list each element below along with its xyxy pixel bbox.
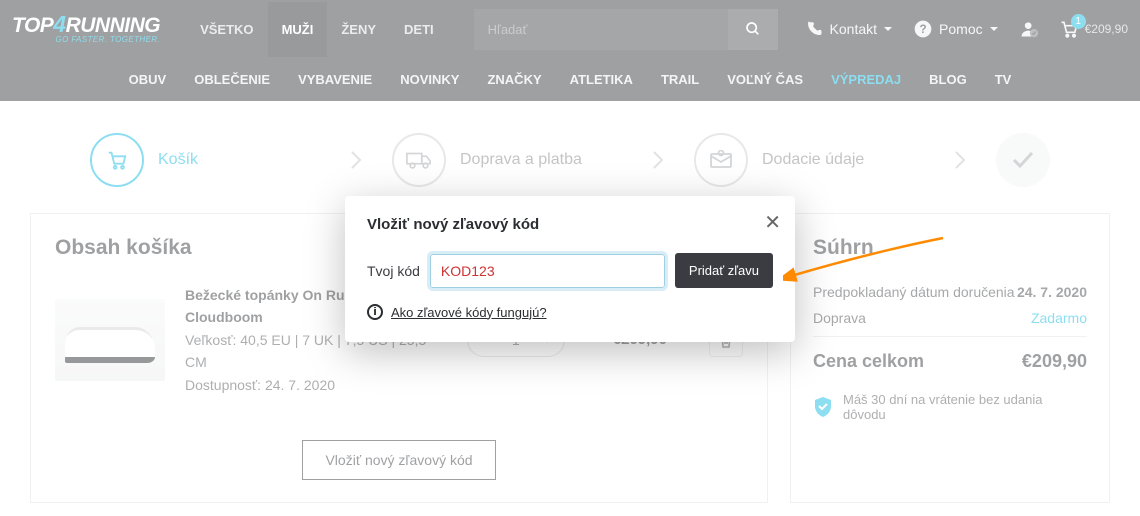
apply-voucher-button[interactable]: Pridať zľavu <box>675 253 773 288</box>
close-icon: ✕ <box>764 212 781 234</box>
info-icon: i <box>367 304 383 320</box>
code-label: Tvoj kód <box>367 263 420 279</box>
voucher-help-link[interactable]: Ako zľavové kódy fungujú? <box>391 305 547 320</box>
voucher-modal: ✕ Vložiť nový zľavový kód Tvoj kód Prida… <box>345 196 795 342</box>
close-button[interactable]: ✕ <box>764 210 781 235</box>
modal-title: Vložiť nový zľavový kód <box>367 216 773 233</box>
voucher-code-input[interactable] <box>430 254 665 288</box>
